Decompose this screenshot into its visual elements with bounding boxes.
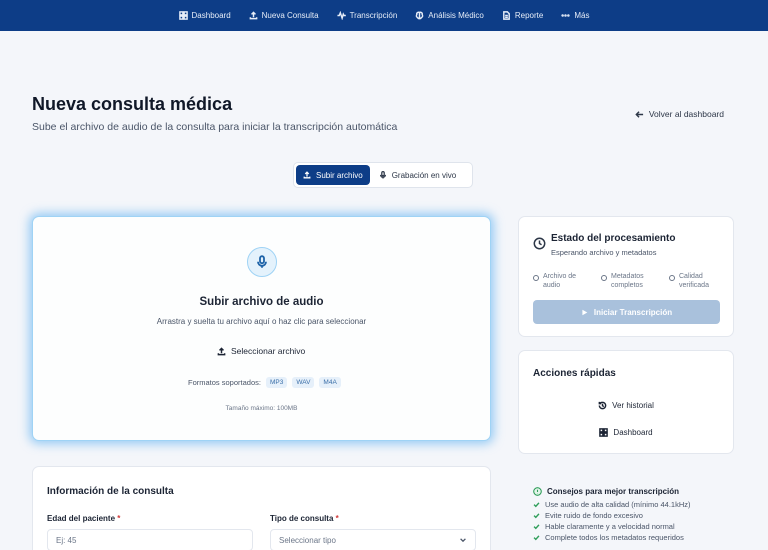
grid-icon <box>599 428 609 437</box>
live-mode-label: Grabación en vivo <box>391 170 457 180</box>
processing-status-card: Estado del procesamiento Esperando archi… <box>518 216 734 337</box>
waveform-icon <box>337 11 346 20</box>
format-badge: WAV <box>292 377 315 388</box>
tips-title-label: Consejos para mejor transcripción <box>547 487 680 496</box>
tip-text: Use audio de alta calidad (mínimo 44.1kH… <box>545 500 691 509</box>
play-icon <box>582 309 588 315</box>
tip-item: Complete todos los metadatos requeridos <box>533 532 743 543</box>
transcription-tips: Consejos para mejor transcripción Use au… <box>533 487 743 543</box>
document-icon <box>502 11 510 20</box>
required-marker: * <box>335 514 339 523</box>
upload-icon <box>217 346 226 355</box>
arrow-left-icon <box>635 110 643 118</box>
required-marker: * <box>117 514 121 523</box>
nav-mas-label: Más <box>574 11 590 20</box>
tip-text: Hable claramente y a velocidad normal <box>545 522 675 531</box>
mode-toggle: Subir archivo Grabación en vivo <box>293 162 473 188</box>
step-label: Archivo de audio <box>543 273 577 289</box>
back-link-label: Volver al dashboard <box>648 109 724 119</box>
dashboard-label: Dashboard <box>613 428 653 437</box>
start-transcription-button[interactable]: Iniciar Transcripción <box>533 300 720 324</box>
nav-transcripcion[interactable]: Transcripción <box>337 11 398 20</box>
nav-reporte-label: Reporte <box>514 11 544 20</box>
check-icon <box>533 535 540 541</box>
step-pending-indicator <box>533 275 539 281</box>
max-file-size: Tamaño máximo: 100MB <box>225 405 298 412</box>
patient-age-input[interactable]: Ej: 45 <box>47 529 253 550</box>
consultation-type-label-text: Tipo de consulta <box>270 514 334 523</box>
upload-icon <box>303 171 311 179</box>
tip-item: Evite ruido de fondo excesivo <box>533 510 743 521</box>
nav-mas[interactable]: Más <box>561 11 589 20</box>
lightbulb-icon <box>533 487 542 496</box>
select-file-button[interactable]: Seleccionar archivo <box>217 346 305 356</box>
more-icon <box>561 14 570 17</box>
upload-hint: Arrastra y suelta tu archivo aquí o haz … <box>156 317 367 326</box>
tip-item: Use audio de alta calidad (mínimo 44.1kH… <box>533 499 743 510</box>
quick-actions-title: Acciones rápidas <box>533 368 616 379</box>
nav-reporte[interactable]: Reporte <box>502 11 543 20</box>
upload-title: Subir archivo de audio <box>199 296 324 308</box>
nav-nueva-consulta[interactable]: Nueva Consulta <box>249 11 319 20</box>
step-audio-file: Archivo de audio <box>533 272 591 290</box>
brain-icon <box>415 11 424 20</box>
processing-status-subtitle: Esperando archivo y metadatos <box>551 248 657 257</box>
format-badge: MP3 <box>265 377 288 388</box>
page-title: Nueva consulta médica <box>32 94 233 114</box>
nav-analisis-medico-label: Análisis Médico <box>428 11 484 20</box>
nav-dashboard-label: Dashboard <box>191 11 231 20</box>
patient-age-placeholder: Ej: 45 <box>56 535 77 545</box>
step-label: Metadatos completos <box>611 273 644 289</box>
consultation-info-card: Información de la consulta Edad del paci… <box>32 466 491 550</box>
live-recording-mode-button[interactable]: Grabación en vivo <box>372 165 463 185</box>
view-history-button[interactable]: Ver historial <box>519 401 733 410</box>
history-icon <box>598 401 607 410</box>
dashboard-button[interactable]: Dashboard <box>519 428 733 437</box>
processing-status-title: Estado del procesamiento <box>551 233 676 244</box>
step-metadata: Metadatos completos <box>601 272 659 290</box>
clock-icon <box>533 237 546 250</box>
select-file-label: Seleccionar archivo <box>231 346 306 356</box>
nav-dashboard[interactable]: Dashboard <box>178 11 231 20</box>
format-badge: M4A <box>319 377 341 388</box>
tip-text: Complete todos los metadatos requeridos <box>545 533 684 542</box>
nav-transcripcion-label: Transcripción <box>349 11 398 20</box>
step-label: Calidad verificada <box>679 273 709 289</box>
tip-item: Hable claramente y a velocidad normal <box>533 521 743 532</box>
microphone-icon <box>247 247 277 277</box>
step-pending-indicator <box>669 275 675 281</box>
tips-title: Consejos para mejor transcripción <box>533 487 743 496</box>
consultation-type-label: Tipo de consulta * <box>270 514 339 523</box>
nav-analisis-medico[interactable]: Análisis Médico <box>415 11 484 20</box>
consultation-type-placeholder: Seleccionar tipo <box>279 535 336 545</box>
step-quality: Calidad verificada <box>669 272 727 290</box>
audio-upload-dropzone[interactable]: Subir archivo de audio Arrastra y suelta… <box>32 216 491 441</box>
upload-mode-button[interactable]: Subir archivo <box>296 165 370 185</box>
microphone-icon <box>379 171 386 179</box>
step-pending-indicator <box>601 275 607 281</box>
page-subtitle: Sube el archivo de audio de la consulta … <box>32 121 398 133</box>
formats-label: Formatos soportados: <box>188 378 261 387</box>
grid-icon <box>178 11 188 20</box>
top-navigation: Dashboard Nueva Consulta Transcripción A… <box>0 0 768 31</box>
tip-text: Evite ruido de fondo excesivo <box>545 511 643 520</box>
check-icon <box>533 513 540 519</box>
supported-formats: Formatos soportados: MP3 WAV M4A <box>188 377 341 388</box>
consultation-type-select[interactable]: Seleccionar tipo <box>270 529 476 550</box>
check-icon <box>533 524 540 530</box>
patient-age-label: Edad del paciente * <box>47 514 120 523</box>
chevron-down-icon <box>460 538 466 543</box>
patient-age-label-text: Edad del paciente <box>47 514 116 523</box>
processing-steps: Archivo de audio Metadatos completos Cal… <box>533 272 727 290</box>
check-icon <box>533 502 540 508</box>
quick-actions-card: Acciones rápidas Ver historial Dashboard <box>518 350 734 454</box>
upload-icon <box>249 11 258 20</box>
upload-mode-label: Subir archivo <box>316 170 363 180</box>
back-to-dashboard-link[interactable]: Volver al dashboard <box>635 109 724 119</box>
nav-nueva-consulta-label: Nueva Consulta <box>261 11 319 20</box>
consultation-info-title: Información de la consulta <box>47 486 174 497</box>
start-transcription-label: Iniciar Transcripción <box>593 307 673 317</box>
view-history-label: Ver historial <box>612 401 654 410</box>
